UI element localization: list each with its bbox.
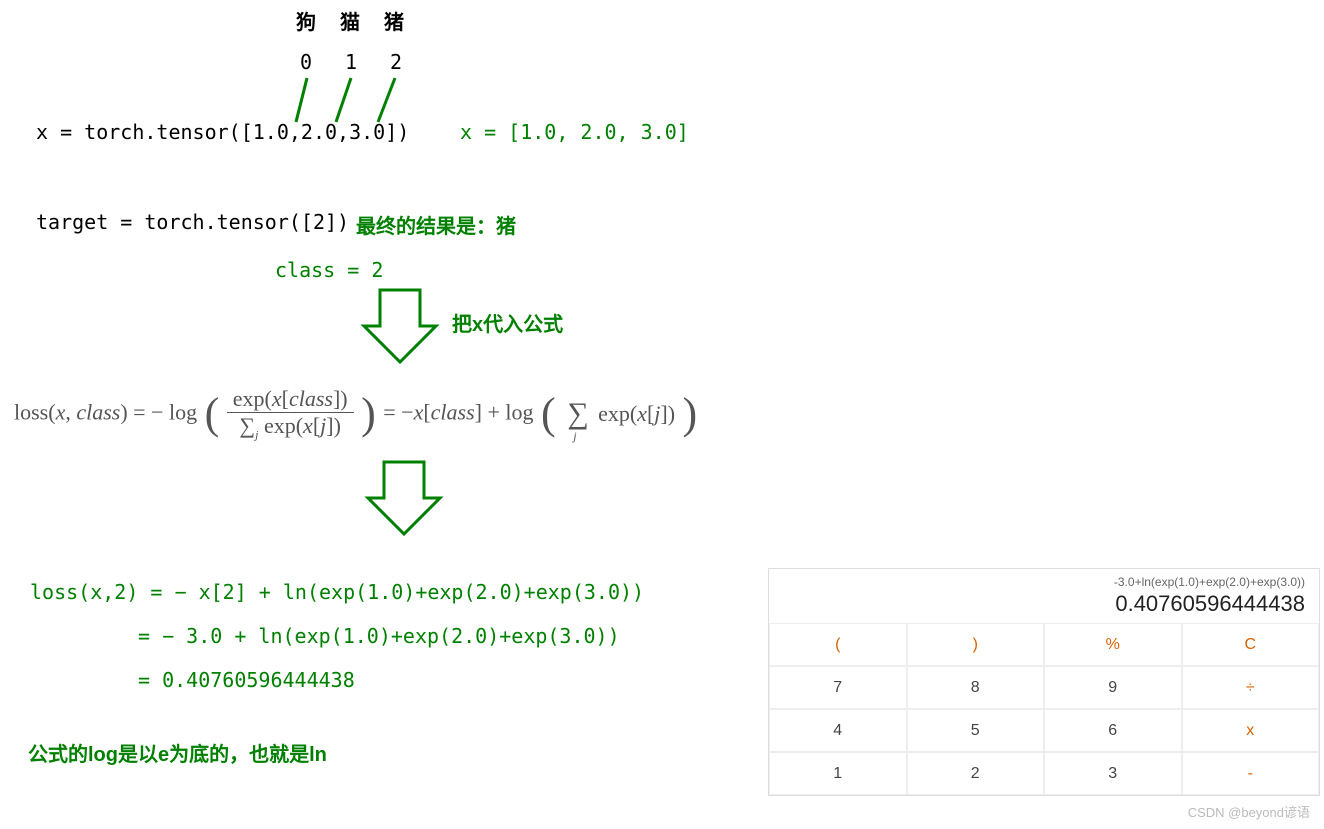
calc-key-8[interactable]: 8 <box>907 666 1045 709</box>
calc-key-5[interactable]: 5 <box>907 709 1045 752</box>
calculator-result: 0.40760596444438 <box>783 591 1305 617</box>
watermark: CSDN @beyond谚语 <box>1188 802 1310 821</box>
calc-key-)[interactable]: ) <box>907 623 1045 666</box>
calc-key-([interactable]: ( <box>769 623 907 666</box>
arrow-down-1-icon <box>358 286 442 370</box>
calc-step-3: = 0.40760596444438 <box>30 658 644 702</box>
calc-key-9[interactable]: 9 <box>1044 666 1182 709</box>
arrow-down-2-icon <box>362 458 446 542</box>
class-eq: class = 2 <box>275 258 383 282</box>
calc-key-1[interactable]: 1 <box>769 752 907 795</box>
calc-step-1: loss(x,2) = − x[2] + ln(exp(1.0)+exp(2.0… <box>30 570 644 614</box>
arrow1-note: 把x代入公式 <box>452 308 563 337</box>
loss-formula: loss(x, class) = − log ( exp(x[class]) ∑… <box>14 386 699 442</box>
target-note: 最终的结果是：猪 <box>356 210 516 239</box>
calculator-expression: -3.0+ln(exp(1.0)+exp(2.0)+exp(3.0)) <box>783 575 1305 589</box>
calc-key-2[interactable]: 2 <box>907 752 1045 795</box>
code-x-list: x = [1.0, 2.0, 3.0] <box>460 120 689 144</box>
calculator: -3.0+ln(exp(1.0)+exp(2.0)+exp(3.0)) 0.40… <box>768 568 1320 796</box>
code-target-assign: target = torch.tensor([2]) <box>36 210 349 234</box>
calc-key--[interactable]: - <box>1182 752 1320 795</box>
code-x-assign: x = torch.tensor([1.0,2.0,3.0]) <box>36 120 409 144</box>
calc-key-6[interactable]: 6 <box>1044 709 1182 752</box>
calc-key-÷[interactable]: ÷ <box>1182 666 1320 709</box>
calc-key-x[interactable]: x <box>1182 709 1320 752</box>
calc-steps: loss(x,2) = − x[2] + ln(exp(1.0)+exp(2.0… <box>30 570 644 702</box>
calc-key-3[interactable]: 3 <box>1044 752 1182 795</box>
calculator-keypad: ()%C 789÷ 456x 123- <box>769 623 1319 795</box>
calc-key-C[interactable]: C <box>1182 623 1320 666</box>
calc-key-%[interactable]: % <box>1044 623 1182 666</box>
calculator-display: -3.0+ln(exp(1.0)+exp(2.0)+exp(3.0)) 0.40… <box>769 569 1319 623</box>
calc-key-7[interactable]: 7 <box>769 666 907 709</box>
calc-key-4[interactable]: 4 <box>769 709 907 752</box>
calc-step-2: = − 3.0 + ln(exp(1.0)+exp(2.0)+exp(3.0)) <box>30 614 644 658</box>
log-footnote: 公式的log是以e为底的，也就是ln <box>28 738 327 767</box>
